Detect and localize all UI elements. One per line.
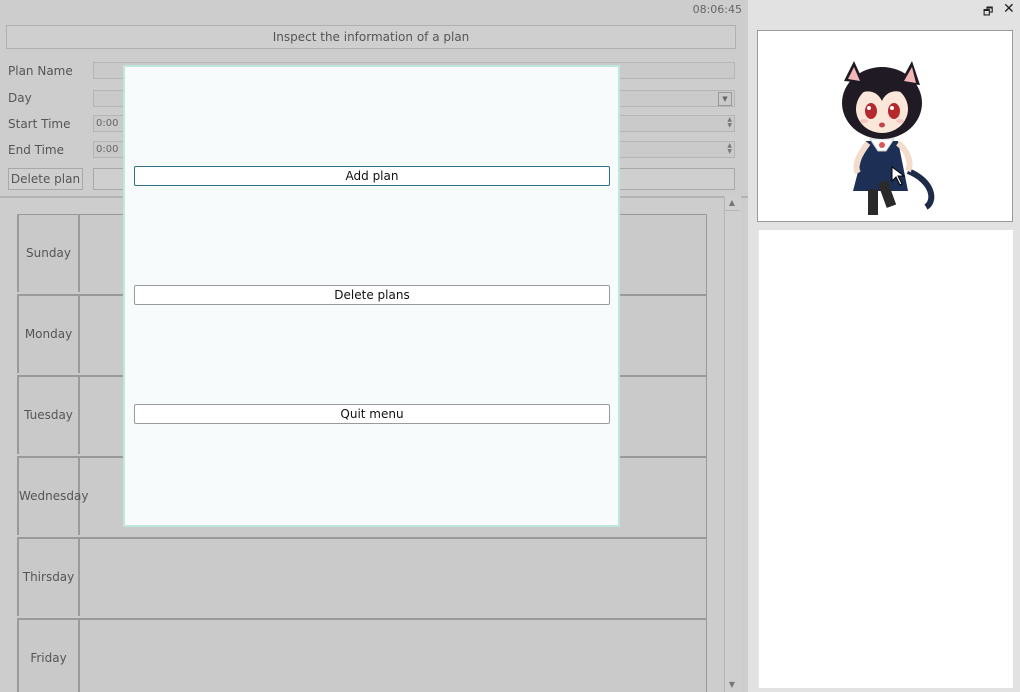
day-plans-thursday[interactable] [80,539,707,618]
add-plan-button[interactable]: Add plan [134,166,610,186]
day-row-friday: Friday [17,619,707,692]
day-label-wednesday: Wednesday [17,458,88,535]
plan-name-label: Plan Name [8,64,73,78]
day-label: Day [8,91,32,105]
character-preview [757,30,1013,222]
plan-menu-dialog: Add plan Delete plans Quit menu [123,65,620,527]
delete-plan-button[interactable]: Delete plan [8,168,83,190]
close-icon[interactable]: ✕ [1003,1,1015,17]
scroll-up-arrow-icon[interactable]: ▲ [724,196,740,211]
spin-arrows-icon[interactable]: ▲ ▼ [727,143,732,155]
day-row-thursday: Thirsday [17,538,707,619]
clock: 08:06:45 [692,3,742,16]
day-label-monday: Monday [17,296,80,373]
restore-window-icon[interactable]: 🗗 [983,3,993,22]
day-plans-friday[interactable] [80,620,707,692]
scroll-down-arrow-icon[interactable]: ▼ [724,678,740,692]
day-label-tuesday: Tuesday [17,377,80,454]
start-time-value: 0:00 [96,118,119,129]
day-label-sunday: Sunday [17,215,80,292]
day-label-thursday: Thirsday [17,539,80,616]
delete-plans-button[interactable]: Delete plans [134,285,610,305]
end-time-label: End Time [8,143,64,157]
page-title: Inspect the information of a plan [6,25,736,49]
day-label-friday: Friday [17,620,80,692]
quit-menu-button[interactable]: Quit menu [134,404,610,424]
chevron-down-icon[interactable]: ▼ [718,92,732,106]
cat-girl-character-icon [842,61,935,215]
spin-arrows-icon[interactable]: ▲ ▼ [727,117,732,129]
vertical-scrollbar[interactable] [724,196,741,692]
end-time-value: 0:00 [96,144,119,155]
character-dialogue-area [758,230,1013,688]
start-time-label: Start Time [8,117,71,131]
